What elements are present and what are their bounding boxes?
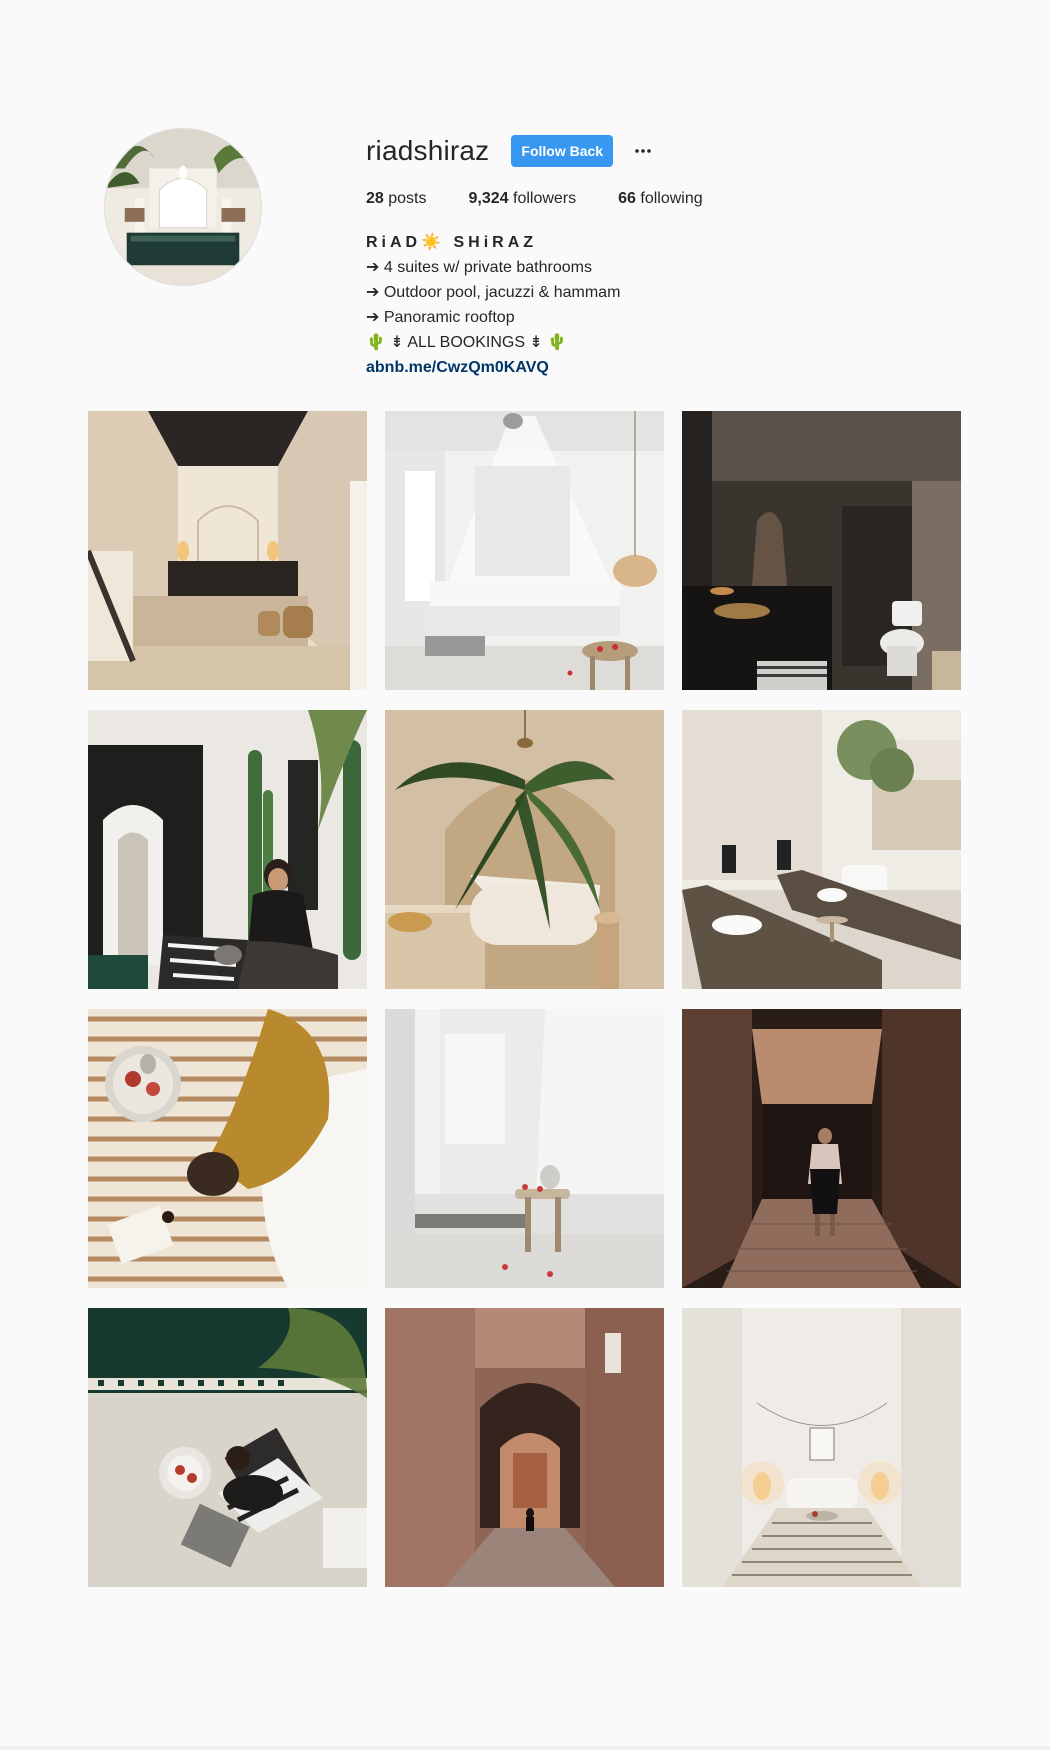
post-thumbnail[interactable] bbox=[88, 1009, 367, 1288]
post-thumbnail[interactable] bbox=[88, 1308, 367, 1587]
followers-stat[interactable]: 9,324 followers bbox=[469, 190, 577, 208]
following-stat[interactable]: 66 following bbox=[618, 190, 703, 208]
posts-count: 28 bbox=[366, 190, 384, 207]
profile-username: riadshiraz bbox=[366, 135, 490, 166]
profile-stats: 28 posts 9,324 followers 66 following bbox=[366, 190, 986, 208]
followers-label: followers bbox=[513, 190, 577, 207]
posts-label: posts bbox=[388, 190, 427, 207]
post-image bbox=[88, 1308, 367, 1587]
post-thumbnail[interactable] bbox=[385, 710, 664, 989]
profile-page: riadshiraz Follow Back 28 posts 9,324 fo… bbox=[0, 0, 1050, 1750]
post-thumbnail[interactable] bbox=[385, 1009, 664, 1288]
bio-line: 🌵 ⇟ ALL BOOKINGS ⇟ 🌵 bbox=[366, 334, 568, 351]
bio-line: ➔ Panoramic rooftop bbox=[366, 309, 515, 326]
post-image bbox=[682, 1308, 961, 1587]
profile-avatar[interactable] bbox=[104, 128, 262, 286]
bio-website-link[interactable]: abnb.me/CwzQm0KAVQ bbox=[366, 355, 549, 380]
post-image bbox=[88, 411, 367, 690]
post-thumbnail[interactable] bbox=[88, 411, 367, 690]
posts-grid bbox=[88, 411, 962, 1587]
profile-info: riadshiraz Follow Back 28 posts 9,324 fo… bbox=[366, 130, 986, 380]
bottom-divider bbox=[0, 1746, 1050, 1750]
post-image bbox=[682, 1009, 961, 1288]
bio-name: RiAD☀️ SHiRAZ bbox=[366, 234, 538, 251]
post-image bbox=[682, 710, 961, 989]
followers-count: 9,324 bbox=[468, 190, 509, 207]
following-label: following bbox=[640, 190, 703, 207]
posts-stat: 28 posts bbox=[366, 190, 427, 208]
post-image bbox=[385, 411, 664, 690]
post-image bbox=[88, 1009, 367, 1288]
post-thumbnail[interactable] bbox=[682, 411, 961, 690]
post-thumbnail[interactable] bbox=[385, 1308, 664, 1587]
bio-line: ➔ Outdoor pool, jacuzzi & hammam bbox=[366, 284, 621, 301]
post-image bbox=[88, 710, 367, 989]
post-image bbox=[385, 1009, 664, 1288]
post-image bbox=[385, 710, 664, 989]
avatar-courtyard-image bbox=[105, 129, 261, 285]
post-thumbnail[interactable] bbox=[88, 710, 367, 989]
post-thumbnail[interactable] bbox=[682, 1009, 961, 1288]
post-image bbox=[385, 1308, 664, 1587]
profile-bio: RiAD☀️ SHiRAZ ➔ 4 suites w/ private bath… bbox=[366, 230, 986, 380]
post-thumbnail[interactable] bbox=[682, 710, 961, 989]
post-thumbnail[interactable] bbox=[682, 1308, 961, 1587]
more-options-button[interactable] bbox=[629, 137, 657, 165]
following-count: 66 bbox=[618, 190, 636, 207]
profile-title-row: riadshiraz Follow Back bbox=[366, 130, 986, 172]
bio-line: ➔ 4 suites w/ private bathrooms bbox=[366, 259, 592, 276]
post-thumbnail[interactable] bbox=[385, 411, 664, 690]
follow-back-button[interactable]: Follow Back bbox=[511, 135, 614, 167]
more-horizontal-icon bbox=[635, 149, 651, 153]
post-image bbox=[682, 411, 961, 690]
